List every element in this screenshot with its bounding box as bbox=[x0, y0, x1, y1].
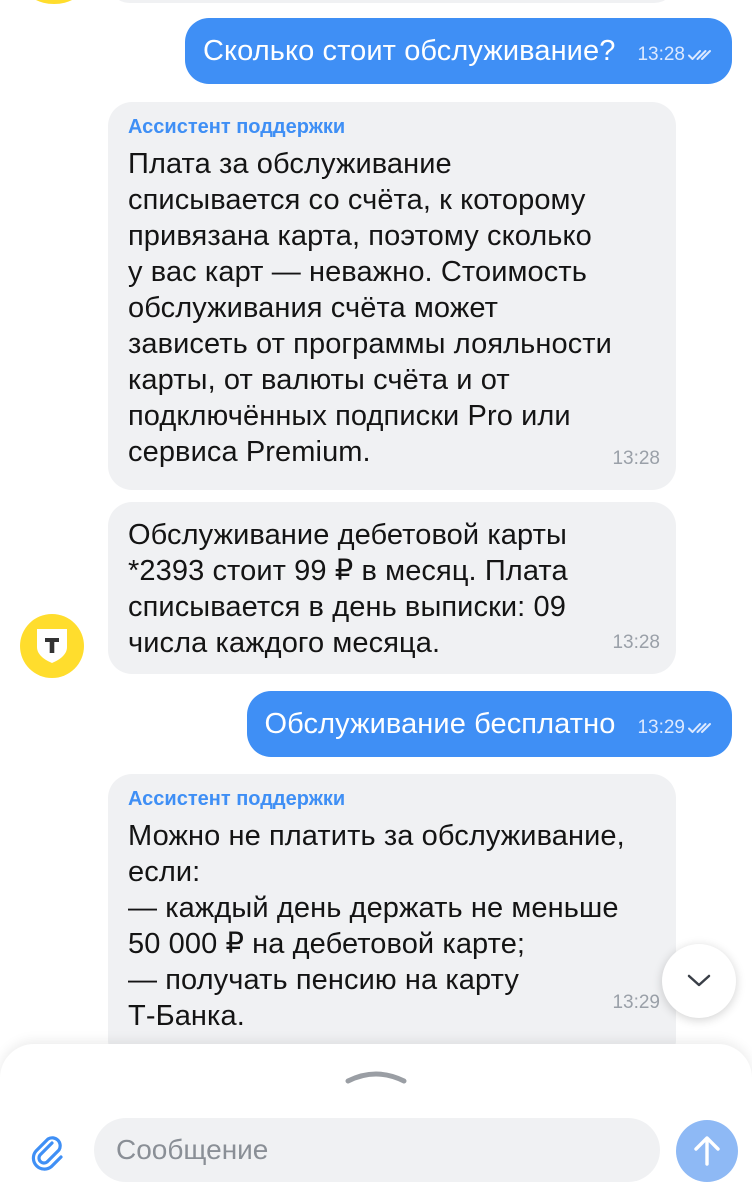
scroll-down-button[interactable] bbox=[662, 944, 736, 1018]
incoming-message[interactable]: Ассистент поддержки Плата за обслуживани… bbox=[108, 102, 676, 490]
message-text: Обслуживание дебетовой карты *2393 стоит… bbox=[128, 519, 568, 659]
message-time: 13:29 bbox=[612, 992, 660, 1013]
message-time: 13:28 bbox=[637, 44, 685, 65]
avatar-partial bbox=[26, 0, 82, 4]
message-text: Обслуживание бесплатно bbox=[264, 707, 616, 740]
double-check-icon bbox=[688, 723, 711, 733]
incoming-message[interactable]: Ассистент поддержки Можно не платить за … bbox=[108, 774, 676, 1045]
message-bubble-partial bbox=[108, 0, 676, 3]
sender-name: Ассистент поддержки bbox=[128, 116, 346, 138]
drag-handle[interactable] bbox=[340, 1064, 412, 1088]
message-meta: 13:29 bbox=[637, 717, 712, 739]
sender-name: Ассистент поддержки bbox=[128, 788, 346, 810]
chat-feed[interactable]: Сколько стоит обслуживание? 13:28 Ассист… bbox=[0, 0, 752, 1045]
message-text: Плата за обслуживание списывается со счё… bbox=[128, 148, 612, 468]
message-time: 13:28 bbox=[612, 632, 660, 653]
bank-avatar[interactable] bbox=[20, 614, 84, 678]
attach-button[interactable] bbox=[22, 1126, 74, 1178]
t-bank-shield-icon bbox=[37, 629, 67, 663]
message-text: Сколько стоит обслуживание? bbox=[203, 34, 616, 67]
paperclip-icon bbox=[31, 1136, 63, 1171]
incoming-message[interactable]: Обслуживание дебетовой карты *2393 стоит… bbox=[108, 502, 676, 674]
message-time: 13:28 bbox=[612, 448, 660, 469]
message-text: Можно не платить за обслуживание, если: … bbox=[128, 820, 625, 1032]
chevron-up-icon bbox=[345, 1071, 407, 1084]
chevron-down-icon bbox=[687, 974, 711, 987]
message-composer bbox=[0, 1044, 752, 1200]
double-check-icon bbox=[688, 50, 711, 60]
message-meta: 13:28 bbox=[637, 44, 712, 66]
message-input[interactable] bbox=[94, 1118, 660, 1182]
send-button[interactable] bbox=[676, 1120, 738, 1182]
outgoing-message[interactable]: Сколько стоит обслуживание? 13:28 bbox=[185, 18, 732, 84]
message-time: 13:29 bbox=[637, 717, 685, 738]
arrow-up-icon bbox=[694, 1136, 720, 1166]
outgoing-message[interactable]: Обслуживание бесплатно 13:29 bbox=[246, 691, 732, 757]
